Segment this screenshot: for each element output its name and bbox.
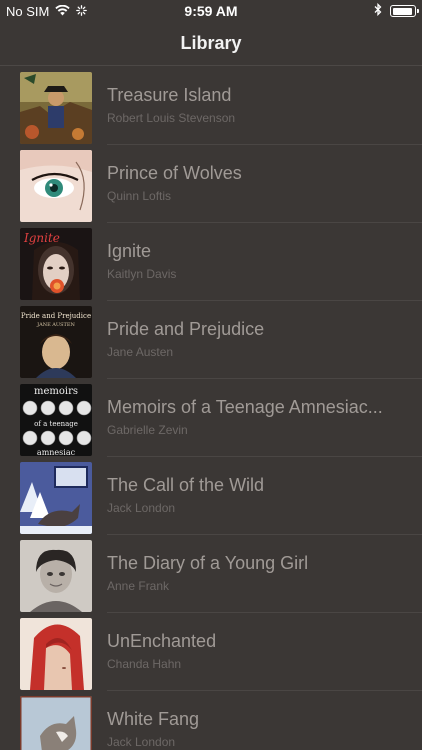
book-text: Prince of Wolves Quinn Loftis	[107, 163, 412, 203]
book-row[interactable]: Pride and Prejudice JANE AUSTEN Pride an…	[0, 301, 422, 379]
book-author: Quinn Loftis	[107, 189, 172, 203]
diary-cover	[20, 540, 92, 612]
page-title: Library	[180, 33, 242, 53]
pride-and-prejudice-cover: Pride and Prejudice JANE AUSTEN	[20, 306, 92, 378]
book-text: Pride and Prejudice Jane Austen	[107, 319, 412, 359]
pride-cover-title: Pride and Prejudice	[21, 312, 91, 320]
prince-of-wolves-cover	[20, 150, 92, 222]
book-row[interactable]: Ignite Ignite Kaitlyn Davis	[0, 223, 422, 301]
book-author: Jane Austen	[107, 345, 174, 359]
book-title: White Fang	[107, 709, 200, 729]
treasure-island-cover	[20, 72, 92, 144]
bluetooth-icon	[374, 2, 382, 19]
book-author: Robert Louis Stevenson	[107, 111, 236, 125]
memoirs-cover-bottom: amnesiac	[37, 448, 76, 456]
book-row[interactable]: The Diary of a Young Girl Anne Frank	[0, 535, 422, 613]
battery-icon	[390, 5, 419, 17]
book-text: Ignite Kaitlyn Davis	[107, 241, 412, 281]
book-list[interactable]: Treasure Island Robert Louis Stevenson P…	[0, 67, 422, 750]
memoirs-cover-subtitle: of a teenage	[34, 420, 78, 428]
book-row[interactable]: The Call of the Wild Jack London	[0, 457, 422, 535]
memoirs-cover-title: memoirs	[34, 386, 78, 397]
memoirs-cover: memoirs of a teenage amnesiac	[20, 384, 92, 456]
book-title: Ignite	[107, 241, 152, 261]
book-author: Jack London	[107, 501, 176, 515]
book-title: Prince of Wolves	[107, 163, 242, 183]
book-title: The Call of the Wild	[107, 475, 265, 495]
book-text: UnEnchanted Chanda Hahn	[107, 631, 412, 671]
book-author: Kaitlyn Davis	[107, 267, 177, 281]
book-author: Anne Frank	[107, 579, 170, 593]
book-text: The Diary of a Young Girl Anne Frank	[107, 553, 412, 593]
book-text: The Call of the Wild Jack London	[107, 475, 412, 515]
book-text: Memoirs of a Teenage Amnesiac... Gabriel…	[107, 397, 412, 437]
book-author: Chanda Hahn	[107, 657, 182, 671]
white-fang-cover	[20, 696, 92, 750]
status-right	[374, 2, 419, 19]
book-row[interactable]: Treasure Island Robert Louis Stevenson	[0, 67, 422, 145]
call-of-the-wild-cover	[20, 462, 92, 534]
book-row[interactable]: White Fang Jack London	[0, 691, 422, 750]
ignite-cover-text: Ignite	[23, 231, 60, 245]
battery-level	[392, 7, 413, 15]
book-text: White Fang Jack London	[107, 709, 412, 749]
pride-cover-author: JANE AUSTEN	[36, 322, 75, 328]
book-title: Treasure Island	[107, 85, 232, 105]
ignite-cover: Ignite	[20, 228, 92, 300]
book-row[interactable]: UnEnchanted Chanda Hahn	[0, 613, 422, 691]
book-title: Pride and Prejudice	[107, 319, 265, 339]
book-author: Gabrielle Zevin	[107, 423, 188, 437]
book-text: Treasure Island Robert Louis Stevenson	[107, 85, 412, 125]
book-title: Memoirs of a Teenage Amnesiac...	[107, 397, 383, 417]
book-row[interactable]: Prince of Wolves Quinn Loftis	[0, 145, 422, 223]
unenchanted-cover	[20, 618, 92, 690]
navigation-bar: Library	[0, 22, 422, 66]
book-author: Jack London	[107, 735, 176, 749]
book-title: UnEnchanted	[107, 631, 217, 651]
status-bar: No SIM 9:59 AM	[0, 0, 422, 22]
book-row[interactable]: memoirs of a teenage amnesiac Memoirs of…	[0, 379, 422, 457]
book-title: The Diary of a Young Girl	[107, 553, 309, 573]
status-time: 9:59 AM	[184, 3, 238, 19]
